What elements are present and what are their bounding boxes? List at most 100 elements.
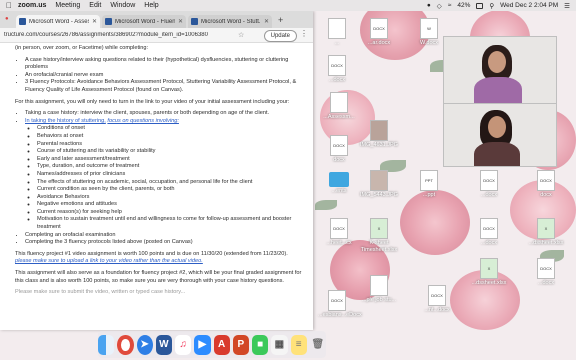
upload-note: please make sure to upload a link to you…: [15, 258, 203, 265]
apple-icon[interactable]: : [6, 1, 12, 10]
safari-icon[interactable]: ➤: [136, 334, 153, 355]
document-icon: [330, 92, 348, 113]
update-button[interactable]: Update: [263, 30, 297, 42]
document-icon: DOCX: [370, 18, 388, 39]
desktop-file[interactable]: X ...dssheet.xlsx: [527, 218, 565, 247]
presentation-icon: PPT: [420, 170, 438, 191]
document-icon: DOCX: [328, 290, 346, 311]
desktop-file[interactable]: PPT ...ppt: [410, 170, 448, 199]
list-item: Avoidance Behaviors: [37, 194, 305, 202]
desktop-file[interactable]: IMG_4631.JPG: [360, 120, 398, 149]
url-field[interactable]: tructure.com/courses/26786/assignments/3…: [4, 32, 234, 38]
zoom-video-tile[interactable]: [443, 36, 557, 104]
trash-icon[interactable]: 🗑: [310, 335, 326, 355]
dropbox-icon[interactable]: ◇: [437, 2, 442, 10]
document-icon: DOCX: [330, 218, 348, 239]
history-sublist: Conditions of onset Behaviors at onset P…: [25, 125, 305, 231]
foundation-text: This assignment will also serve as a fou…: [15, 270, 302, 284]
menu-window[interactable]: Window: [110, 2, 135, 9]
list-item: Early and later assessment/treatment: [37, 156, 305, 164]
word-icon: [191, 18, 198, 25]
document-icon: DOCX: [537, 170, 555, 191]
list-item: An orofacial/cranial nerve exam: [25, 72, 305, 80]
close-icon[interactable]: ✕: [92, 18, 97, 25]
finder-icon[interactable]: [98, 334, 115, 355]
address-bar[interactable]: tructure.com/courses/26786/assignments/3…: [0, 28, 313, 43]
document-icon: DOCX: [328, 55, 346, 76]
new-tab-button[interactable]: +: [278, 15, 283, 25]
menu-edit[interactable]: Edit: [89, 2, 101, 9]
desktop-file[interactable]: DOCX ...nt...docx: [418, 285, 456, 314]
preview-icon[interactable]: ▦: [271, 334, 288, 355]
music-icon[interactable]: ♫: [175, 334, 192, 355]
chrome-icon[interactable]: [117, 334, 134, 355]
desktop-file[interactable]: DOCX ...esbians...eDocx: [318, 290, 362, 319]
list-item: Current condition as seen by the client,…: [37, 186, 305, 194]
folder-icon: [329, 172, 349, 187]
spreadsheet-icon: X: [537, 218, 555, 239]
wifi-icon[interactable]: ≈: [448, 2, 452, 9]
list-icon[interactable]: ☰: [564, 2, 570, 10]
menu-bar:  zoom.us Meeting Edit Window Help ● ◇ ≈…: [0, 0, 576, 11]
participant-body: [474, 142, 520, 166]
word-icon: [105, 18, 112, 25]
desktop-file[interactable]: DOCX ...docx: [470, 218, 508, 247]
powerpoint-icon[interactable]: P: [232, 334, 249, 355]
photo-icon: [370, 170, 388, 191]
participant-body: [474, 77, 522, 103]
desktop-file[interactable]: ...Assessm...: [320, 92, 358, 121]
facetime-icon[interactable]: ■: [252, 334, 269, 355]
list-item: Names/addresses of prior clinicians: [37, 171, 305, 179]
notes-icon[interactable]: ≡: [290, 334, 307, 355]
word-icon[interactable]: W: [155, 334, 172, 355]
desktop-file[interactable]: DOCX ...ar.docx: [360, 18, 398, 47]
history-emphasis: focus on questions involving:: [107, 117, 179, 124]
word-icon: [19, 18, 26, 25]
list-item: Conditions of onset: [37, 125, 305, 133]
desktop-folder[interactable]: ...ents: [320, 170, 358, 195]
desktop-file[interactable]: DOCX docx: [320, 135, 358, 164]
desktop-file[interactable]: ...ple job stu...: [360, 275, 398, 304]
history-link[interactable]: In taking the history of stuttering,: [25, 118, 106, 124]
list-item: Completing the 3 fluency protocols liste…: [25, 239, 305, 247]
assignment-page: (in person, over zoom, or Facetime) whil…: [0, 43, 313, 297]
document-icon: DOCX: [330, 135, 348, 156]
battery-icon[interactable]: [476, 2, 484, 9]
star-icon[interactable]: ☆: [238, 31, 244, 39]
browser-tab[interactable]: Microsoft Word - Fluency...✕: [102, 15, 186, 28]
menu-help[interactable]: Help: [144, 2, 158, 9]
desktop-file[interactable]: DOCX docx: [527, 170, 565, 199]
close-icon[interactable]: ✕: [264, 18, 269, 25]
desktop-file[interactable]: X K-sheet Timesheet.xlsx: [360, 218, 398, 253]
photo-icon: [370, 120, 388, 141]
list-item: A case history/interview asking question…: [25, 57, 305, 72]
browser-tab[interactable]: Microsoft Word - Stutt... ✕: [188, 15, 272, 28]
dock: ➤ W ♫ ▶ A P ■ ▦ ≡ 🗑: [98, 331, 326, 358]
close-icon[interactable]: ✕: [178, 18, 183, 25]
more-icon[interactable]: ⋮: [300, 29, 308, 38]
desktop-file[interactable]: DOCX ...heet...cx: [320, 218, 358, 247]
list-item: The effects of stuttering on academic, s…: [37, 179, 305, 187]
pdf-icon[interactable]: A: [213, 334, 230, 355]
desktop-file[interactable]: DOCX ...docx: [470, 170, 508, 199]
clock[interactable]: Wed Dec 2 2:04 PM: [500, 2, 558, 9]
menu-app[interactable]: zoom.us: [18, 2, 46, 9]
desktop-file[interactable]: DOCX ...docx: [527, 258, 565, 287]
desktop-file[interactable]: ...: [318, 18, 356, 47]
desktop-file[interactable]: IMG_5443.JPG: [360, 170, 398, 199]
document-icon: DOCX: [537, 258, 555, 279]
zoom-video-tile[interactable]: [443, 103, 557, 167]
zoom-icon[interactable]: ▶: [194, 334, 211, 355]
list-item: 3 Fluency Protocols: Avoidance Behaviors…: [25, 79, 305, 94]
desktop-file[interactable]: X ...dssheet.xlsx: [470, 258, 508, 287]
list-item: Taking a case history: interview the cli…: [25, 110, 305, 118]
search-icon[interactable]: ⚲: [489, 2, 494, 10]
spreadsheet-icon: X: [480, 258, 498, 279]
menu-meeting[interactable]: Meeting: [55, 2, 80, 9]
document-icon: [328, 18, 346, 39]
desktop-file[interactable]: DOCX ...docx: [318, 55, 356, 84]
browser-tab[interactable]: Microsoft Word - Assessme...✕: [16, 15, 100, 28]
due-date-text: This fluency project #1 video assignment…: [15, 250, 288, 265]
window-controls[interactable]: ●: [5, 16, 9, 22]
zoom-status-icon[interactable]: ●: [427, 2, 431, 9]
